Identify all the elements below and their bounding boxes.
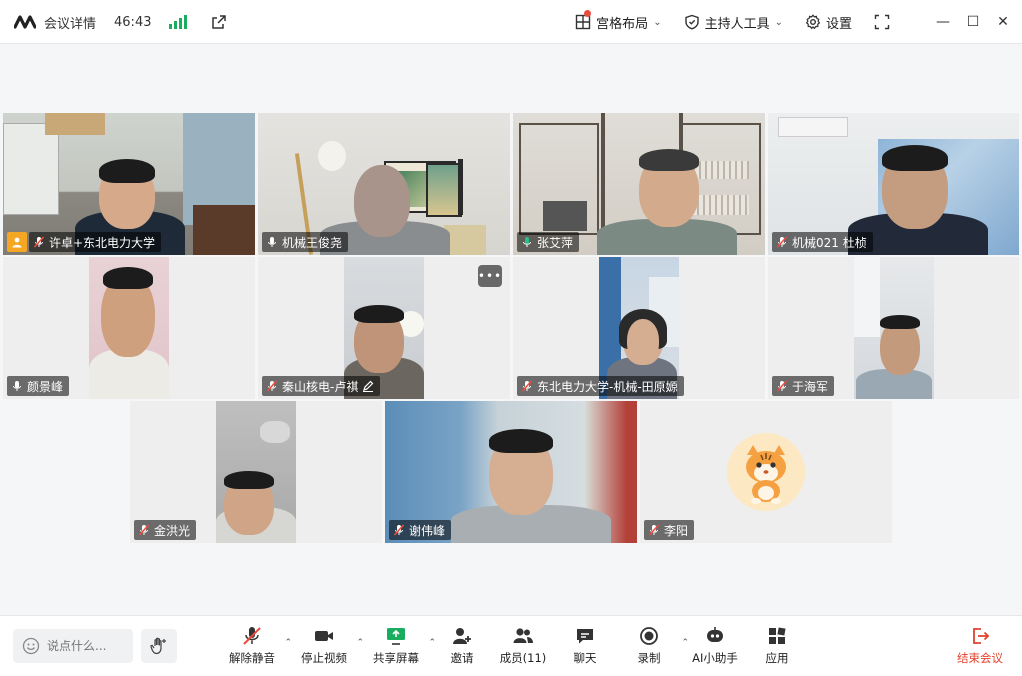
video-tile[interactable]: ••• 秦山核电-卢祺 — [258, 257, 510, 399]
mic-muted-icon — [33, 236, 45, 248]
video-camera-icon — [315, 631, 333, 641]
exit-icon — [973, 628, 990, 644]
share-screen-button[interactable]: 共享屏幕 ⌃ — [364, 626, 436, 666]
members-icon — [513, 628, 533, 643]
mic-muted-icon — [776, 236, 788, 248]
raise-hand-button[interactable] — [141, 629, 177, 663]
host-tools-button[interactable]: 主持人工具 ⌄ — [676, 13, 791, 32]
apps-grid-icon — [769, 627, 786, 644]
chevron-up-icon[interactable]: ⌃ — [284, 638, 292, 648]
members-button[interactable]: 成员(11) — [491, 626, 555, 666]
chevron-up-icon[interactable]: ⌃ — [356, 638, 364, 648]
chevron-down-icon: ⌄ — [774, 16, 783, 28]
participant-name-label: 机械王俊尧 — [262, 232, 349, 252]
invite-button[interactable]: 邀请 — [430, 626, 494, 666]
mic-speaking-icon — [523, 237, 531, 247]
ai-assistant-button[interactable]: AI小助手 — [683, 626, 747, 666]
mic-muted-icon — [138, 524, 150, 536]
hand-icon — [150, 637, 166, 655]
stop-video-button[interactable]: 停止视频 ⌃ — [292, 626, 364, 666]
mic-muted-icon — [521, 380, 533, 392]
chat-button[interactable]: 聊天 — [553, 626, 617, 666]
fullscreen-icon — [874, 14, 890, 30]
video-tile[interactable]: 谢伟峰 — [385, 401, 637, 543]
ai-robot-icon — [707, 627, 723, 642]
chevron-down-icon: ⌄ — [653, 16, 662, 28]
mic-muted-icon — [648, 524, 660, 536]
mic-muted-icon — [393, 524, 405, 536]
grid-layout-button[interactable]: 宫格布局 ⌄ — [567, 9, 669, 32]
maximize-button[interactable]: ☐ — [958, 7, 988, 37]
notification-dot — [584, 9, 592, 17]
quick-chat-box[interactable] — [13, 629, 133, 663]
smiley-icon[interactable] — [22, 637, 40, 655]
shield-icon — [684, 14, 699, 30]
end-meeting-button[interactable]: 结束会议 — [948, 626, 1012, 666]
record-button[interactable]: 录制 ⌃ — [617, 626, 689, 666]
share-screen-icon — [387, 628, 405, 645]
grid-layout-label: 宫格布局 — [596, 16, 649, 32]
video-tile-active-speaker[interactable]: 张艾萍 — [513, 113, 765, 255]
mic-muted-icon — [266, 380, 278, 392]
video-tile[interactable]: 机械021 杜桢 — [768, 113, 1019, 255]
settings-label: 设置 — [825, 16, 852, 32]
minimize-button[interactable]: — — [928, 7, 958, 37]
record-icon — [640, 627, 658, 645]
participant-name-label: 谢伟峰 — [389, 520, 452, 540]
settings-button[interactable]: 设置 — [797, 13, 860, 32]
open-external-icon[interactable] — [211, 14, 227, 30]
meeting-timer: 46:43 — [114, 14, 152, 30]
host-badge — [7, 232, 27, 252]
person-icon — [12, 237, 22, 248]
fullscreen-button[interactable] — [866, 14, 898, 30]
participant-name-label: 张艾萍 — [517, 232, 580, 252]
pen-icon — [363, 380, 374, 392]
title-bar: 会议详情 46:43 宫格布局 ⌄ 主持人工具 ⌄ 设置 — ☐ ✕ — [0, 0, 1022, 44]
mic-muted-icon — [243, 627, 261, 645]
unmute-button[interactable]: 解除静音 ⌃ — [220, 626, 292, 666]
mic-icon — [268, 237, 276, 247]
participant-name-label: 颜景峰 — [7, 376, 70, 396]
tiger-avatar — [727, 433, 805, 511]
mic-muted-icon — [776, 380, 788, 392]
participant-name-label: 许卓+东北电力大学 — [29, 232, 162, 252]
gear-icon — [805, 14, 821, 30]
chat-icon — [577, 629, 593, 644]
video-tile[interactable]: 颜景峰 — [3, 257, 255, 399]
more-options-button[interactable]: ••• — [478, 265, 502, 287]
participant-name-label: 于海军 — [772, 376, 835, 396]
video-tile[interactable]: 机械王俊尧 — [258, 113, 510, 255]
participant-name-label: 金洪光 — [134, 520, 197, 540]
add-person-icon — [453, 628, 471, 644]
meeting-details-link[interactable]: 会议详情 — [44, 13, 96, 32]
video-tile[interactable]: 东北电力大学-机械-田原嫄 — [513, 257, 765, 399]
signal-strength-icon[interactable] — [169, 15, 188, 29]
bottom-toolbar: 解除静音 ⌃ 停止视频 ⌃ 共享屏幕 ⌃ 邀请 成员(11) 聊天 录制 ⌃ A… — [0, 615, 1022, 676]
video-tile[interactable]: 于海军 — [768, 257, 1019, 399]
video-tile-avatar[interactable]: 李阳 — [640, 401, 892, 543]
video-tile[interactable]: 许卓+东北电力大学 — [3, 113, 255, 255]
participant-name-label: 机械021 杜桢 — [772, 232, 873, 252]
mic-icon — [13, 381, 21, 391]
close-button[interactable]: ✕ — [988, 7, 1018, 37]
participant-name-label: 东北电力大学-机械-田原嫄 — [517, 376, 684, 396]
quick-chat-input[interactable] — [47, 639, 127, 653]
video-tile[interactable]: 金洪光 — [130, 401, 382, 543]
apps-button[interactable]: 应用 — [745, 626, 809, 666]
participant-name-label: 秦山核电-卢祺 — [262, 376, 381, 396]
tencent-meeting-logo-icon — [14, 15, 36, 29]
host-tools-label: 主持人工具 — [704, 16, 770, 32]
participant-name-label: 李阳 — [644, 520, 695, 540]
